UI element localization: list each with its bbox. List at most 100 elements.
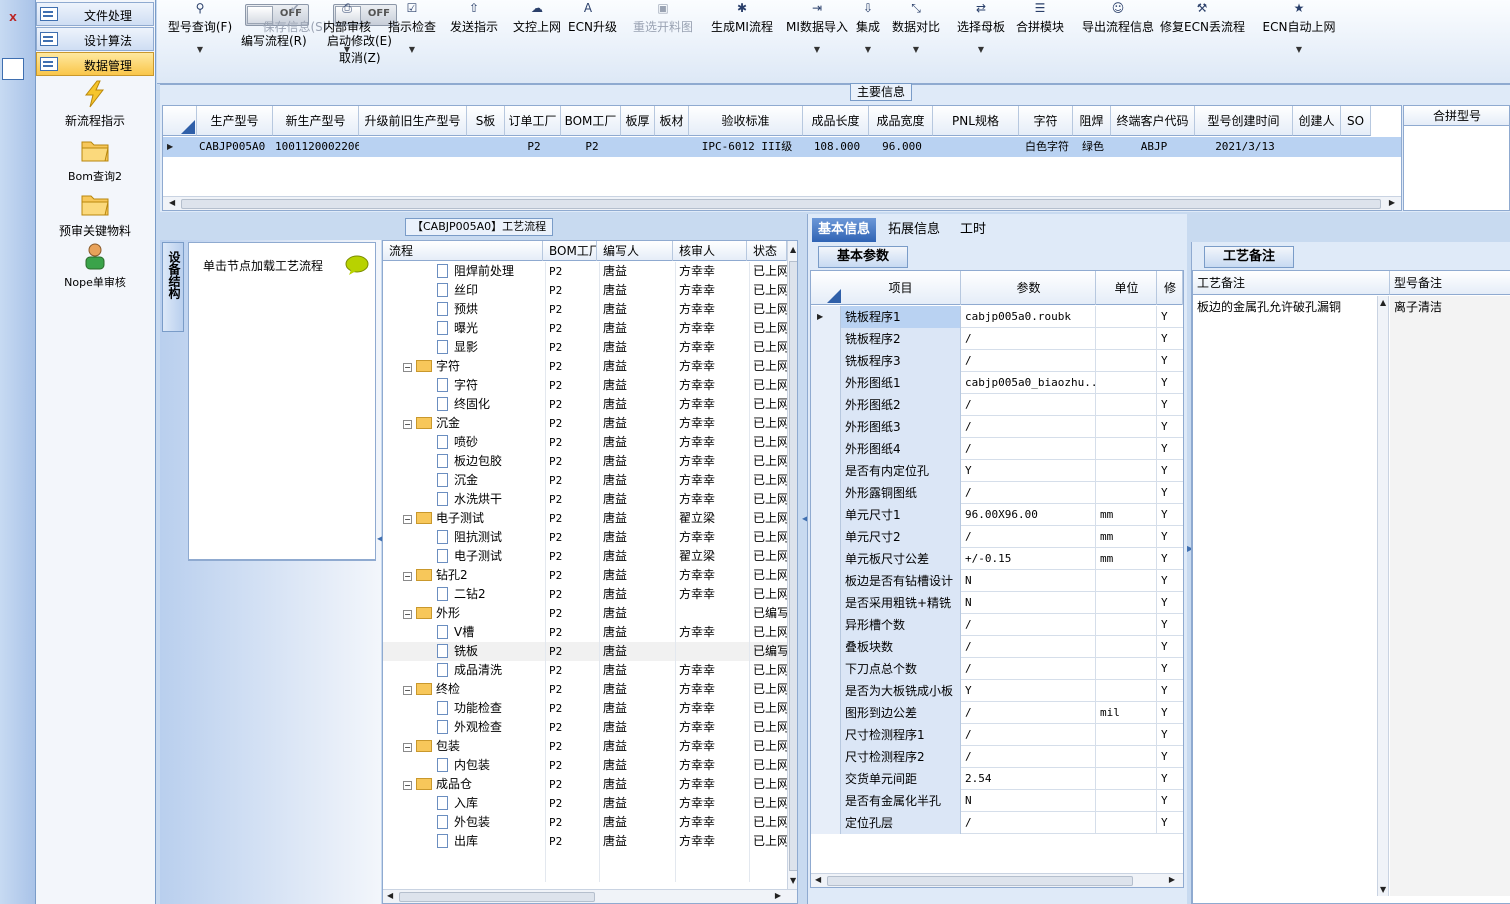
table-cell[interactable]: P2 (561, 137, 621, 157)
param-unit[interactable] (1097, 394, 1157, 416)
param-unit[interactable] (1097, 350, 1157, 372)
column-header[interactable]: 创建人 (1293, 106, 1341, 136)
column-header[interactable]: 升级前旧生产型号 (359, 106, 467, 136)
param-flag[interactable]: Y (1158, 482, 1183, 504)
scroll-right-icon[interactable]: ▶ (775, 891, 781, 900)
tree-row[interactable]: − 沉金 P2 唐益 方幸幸 已上网 (383, 414, 788, 433)
param-flag[interactable]: Y (1158, 724, 1183, 746)
toolbar-button[interactable]: ☑ 指示检查 ▼ (385, 0, 439, 54)
column-header[interactable]: BOM工厂 (545, 241, 597, 261)
toolbar-button[interactable]: ★ ECN自动上网 ▼ (1262, 0, 1336, 54)
param-value[interactable]: / (962, 702, 1096, 724)
tree-row[interactable]: − 电子测试 P2 唐益 翟立梁 已上网 (383, 509, 788, 528)
param-value[interactable]: / (962, 526, 1096, 548)
chevron-down-icon[interactable]: ▼ (785, 45, 849, 54)
param-row[interactable]: 是否有金属化半孔 N Y (811, 790, 1183, 812)
param-value[interactable]: / (962, 812, 1096, 834)
scroll-left-icon[interactable]: ◀ (169, 198, 175, 207)
param-flag[interactable]: Y (1158, 438, 1183, 460)
chevron-down-icon[interactable]: ▼ (850, 45, 886, 54)
param-row[interactable]: 外形图纸2/ Y (811, 394, 1183, 416)
param-value[interactable]: cabjp005a0_biaozhu... (962, 372, 1096, 394)
table-cell[interactable]: CABJP005A0 (197, 137, 273, 157)
column-header[interactable]: SO (1341, 106, 1371, 136)
column-header[interactable]: 生产型号 (197, 106, 273, 136)
table-cell[interactable] (621, 137, 655, 157)
collapse-icon[interactable]: − (403, 515, 412, 524)
column-header[interactable]: 成品宽度 (869, 106, 933, 136)
scroll-thumb[interactable] (399, 892, 595, 902)
app-x-icon[interactable]: X (2, 8, 24, 30)
tree-row[interactable]: − 终检 P2 唐益 方幸幸 已上网 (383, 680, 788, 699)
param-row[interactable]: 是否为大板铣成小板 Y Y (811, 680, 1183, 702)
toolbar-button[interactable]: ⇥ MI数据导入 ▼ (785, 0, 849, 54)
toolbar-button[interactable]: ▣ 重选开料图 (630, 0, 696, 35)
tree-hscroll[interactable]: ◀ ▶ (383, 889, 797, 903)
param-row[interactable]: 叠板块数 / Y (811, 636, 1183, 658)
param-unit[interactable] (1097, 438, 1157, 460)
tree-row[interactable]: 入库 P2 唐益 方幸幸 已上网 (383, 794, 788, 813)
table-cell[interactable]: ABJP (1111, 137, 1195, 157)
table-cell[interactable] (1293, 137, 1341, 157)
row-header[interactable] (811, 702, 841, 724)
tree-row[interactable]: 阻焊前处理 P2 唐益 方幸幸 已上网 (383, 262, 788, 281)
param-value[interactable]: / (962, 328, 1096, 350)
tree-row[interactable]: 出库 P2 唐益 方幸幸 已上网 (383, 832, 788, 851)
row-header[interactable] (811, 482, 841, 504)
toolbar-button[interactable]: ⤡ 数据对比 ▼ (890, 0, 942, 54)
param-unit[interactable] (1097, 636, 1157, 658)
column-header[interactable]: 终端客户代码 (1111, 106, 1195, 136)
param-flag[interactable]: Y (1158, 636, 1183, 658)
table-cell[interactable] (655, 137, 689, 157)
node-hint-box[interactable]: 单击节点加载工艺流程 (188, 242, 376, 560)
param-unit[interactable]: mil (1097, 702, 1157, 724)
collapse-icon[interactable]: − (403, 572, 412, 581)
tree-row[interactable]: 二钻2 P2 唐益 方幸幸 已上网 (383, 585, 788, 604)
param-flag[interactable]: Y (1158, 746, 1183, 768)
tool-precheck-material[interactable]: 预审关键物料 (36, 190, 154, 239)
chevron-down-icon[interactable]: ▼ (320, 45, 374, 54)
param-value[interactable]: 2.54 (962, 768, 1096, 790)
toolbar-button[interactable]: ☰ 合拼模块 (1015, 0, 1065, 35)
scroll-right-icon[interactable]: ▶ (1389, 198, 1395, 207)
param-row[interactable]: 外形图纸3/ Y (811, 416, 1183, 438)
param-row[interactable]: 下刀点总个数 / Y (811, 658, 1183, 680)
scroll-left-icon[interactable]: ◀ (387, 891, 393, 900)
table-cell[interactable] (359, 137, 467, 157)
table-cell[interactable]: 白色字符 (1019, 137, 1073, 157)
param-row[interactable]: 异形槽个数 / Y (811, 614, 1183, 636)
scroll-down-icon[interactable]: ▼ (790, 876, 796, 885)
tree-row[interactable]: − 包装 P2 唐益 方幸幸 已上网 (383, 737, 788, 756)
param-row[interactable]: 外形图纸4/ Y (811, 438, 1183, 460)
param-flag[interactable]: Y (1158, 570, 1183, 592)
param-value[interactable]: / (962, 394, 1096, 416)
param-row[interactable]: 尺寸检测程序1/ Y (811, 724, 1183, 746)
tab-basic-params[interactable]: 基本参数 (818, 246, 908, 268)
row-header[interactable] (811, 636, 841, 658)
tree-row[interactable]: 预烘 P2 唐益 方幸幸 已上网 (383, 300, 788, 319)
scroll-down-icon[interactable]: ▼ (1380, 885, 1386, 894)
tool-new-flow[interactable]: 新流程指示 (36, 80, 154, 129)
param-row[interactable]: 铣板程序3/ Y (811, 350, 1183, 372)
table-cell[interactable] (1341, 137, 1371, 157)
chevron-down-icon[interactable]: ▼ (385, 45, 439, 54)
column-header[interactable]: 修 (1158, 271, 1183, 305)
tree-row[interactable]: − 钻孔2 P2 唐益 方幸幸 已上网 (383, 566, 788, 585)
column-header[interactable]: BOM工厂 (561, 106, 621, 136)
column-header[interactable]: S板 (467, 106, 505, 136)
param-row[interactable]: 定位孔层 / Y (811, 812, 1183, 834)
toolbar-button[interactable]: ⇄ 选择母板 ▼ (955, 0, 1007, 54)
param-unit[interactable] (1097, 724, 1157, 746)
param-value[interactable]: / (962, 614, 1096, 636)
toolbar-button[interactable]: A ECN升级 (568, 0, 617, 35)
tab-1[interactable]: 拓展信息 (882, 218, 946, 242)
param-unit[interactable] (1097, 328, 1157, 350)
column-header[interactable]: 成品长度 (803, 106, 869, 136)
toolbar-button[interactable]: ⇩ 集成 ▼ (850, 0, 886, 54)
chevron-down-icon[interactable]: ▼ (1262, 45, 1336, 54)
param-value[interactable]: / (962, 350, 1096, 372)
column-header[interactable]: 参数 (962, 271, 1096, 305)
param-flag[interactable]: Y (1158, 790, 1183, 812)
column-header[interactable]: 状态 (749, 241, 787, 261)
param-row[interactable]: 是否有内定位孔 Y Y (811, 460, 1183, 482)
